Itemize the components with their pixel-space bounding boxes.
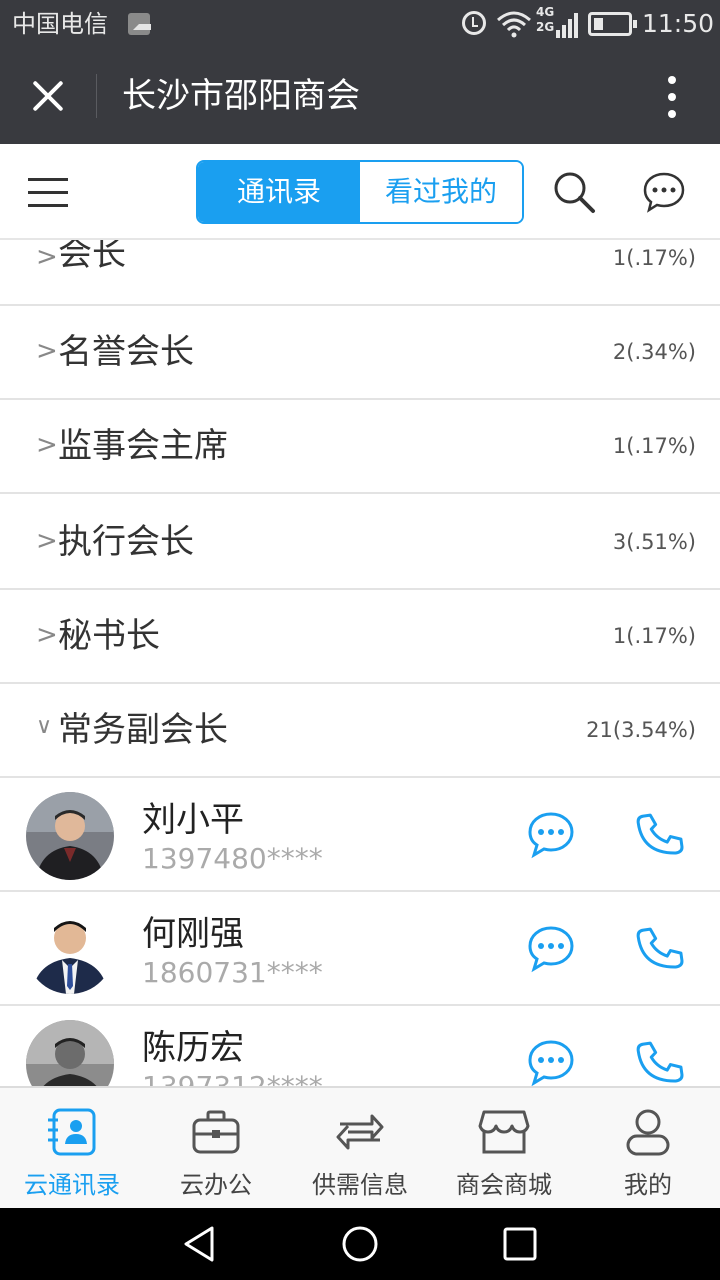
group-row[interactable]: > 监事会主席 1(.17%): [0, 400, 720, 494]
signal-strength-icon: [556, 13, 578, 38]
wifi-icon: [497, 11, 531, 38]
avatar: [26, 1020, 114, 1086]
page-title: 长沙市邵阳商会: [122, 76, 360, 116]
member-row[interactable]: 刘小平 1397480****: [0, 778, 720, 892]
group-count: 1(.17%): [612, 246, 696, 270]
tab-label: 供需信息: [312, 1171, 408, 1199]
close-icon[interactable]: [22, 70, 74, 122]
group-count: 3(.51%): [612, 530, 696, 554]
tab-label: 云通讯录: [24, 1171, 120, 1199]
member-phone: 1397312****: [142, 1068, 323, 1086]
chevron-right-icon: >: [36, 620, 58, 650]
network-type-label: 4G 2G: [536, 5, 555, 34]
exchange-arrows-icon: [336, 1114, 384, 1150]
battery-icon: [588, 12, 637, 36]
group-row[interactable]: > 秘书长 1(.17%): [0, 590, 720, 684]
contacts-card-icon: [48, 1108, 96, 1156]
group-name: 会长: [58, 240, 126, 274]
phone-icon[interactable]: [636, 924, 684, 972]
member-phone: 1860731****: [142, 956, 323, 989]
message-icon[interactable]: [526, 810, 576, 860]
phone-icon[interactable]: [636, 1038, 684, 1086]
user-icon: [626, 1109, 670, 1156]
store-icon: [478, 1110, 530, 1154]
tab-contacts[interactable]: 通讯录: [198, 162, 360, 222]
group-count: 21(3.54%): [586, 718, 696, 742]
chevron-right-icon: >: [36, 242, 58, 272]
group-name: 秘书长: [58, 616, 160, 656]
group-name: 常务副会长: [58, 710, 228, 750]
bottom-tab-bar: 云通讯录 云办公 供需信息 商会商城 我的: [0, 1086, 720, 1208]
system-navigation-bar: [0, 1208, 720, 1280]
member-name: 刘小平: [142, 800, 244, 840]
toolbar: 通讯录 看过我的: [0, 144, 720, 240]
home-icon[interactable]: [340, 1224, 380, 1264]
group-count: 1(.17%): [612, 624, 696, 648]
tab-label: 云办公: [180, 1171, 252, 1199]
image-notification-icon: [128, 13, 151, 35]
member-name: 何刚强: [142, 914, 244, 954]
more-options-icon[interactable]: [656, 72, 688, 122]
segmented-tabs: 通讯录 看过我的: [196, 160, 524, 224]
chevron-right-icon: >: [36, 526, 58, 556]
member-row[interactable]: 陈历宏 1397312****: [0, 1006, 720, 1086]
menu-icon[interactable]: [28, 174, 70, 210]
tab-viewed-me[interactable]: 看过我的: [360, 162, 522, 222]
member-phone: 1397480****: [142, 842, 323, 875]
message-icon[interactable]: [526, 924, 576, 974]
group-name: 监事会主席: [58, 426, 228, 466]
chevron-right-icon: >: [36, 430, 58, 460]
group-name: 名誉会长: [58, 332, 194, 372]
carrier-label: 中国电信: [12, 10, 108, 38]
divider: [96, 74, 97, 118]
status-bar: 中国电信 4G 2G 11:50: [0, 0, 720, 48]
tab-supply-demand[interactable]: 供需信息: [288, 1088, 432, 1208]
message-icon[interactable]: [526, 1038, 576, 1086]
tab-label: 我的: [624, 1171, 672, 1199]
group-count: 1(.17%): [612, 434, 696, 458]
group-name: 执行会长: [58, 522, 194, 562]
member-row[interactable]: 何刚强 1860731****: [0, 892, 720, 1006]
member-name: 陈历宏: [142, 1028, 244, 1068]
contact-list[interactable]: > 会长 1(.17%) > 名誉会长 2(.34%) > 监事会主席 1(.1…: [0, 240, 720, 1086]
tab-label: 商会商城: [456, 1171, 552, 1199]
chevron-down-icon: ∨: [36, 714, 53, 739]
tab-cloud-office[interactable]: 云办公: [144, 1088, 288, 1208]
avatar: [26, 906, 114, 994]
group-row[interactable]: ∨ 常务副会长 21(3.54%): [0, 684, 720, 778]
alarm-clock-icon: [462, 11, 486, 35]
group-row[interactable]: > 执行会长 3(.51%): [0, 496, 720, 590]
chat-bubble-icon[interactable]: [642, 170, 686, 214]
recent-apps-icon[interactable]: [500, 1224, 540, 1264]
briefcase-icon: [192, 1110, 240, 1154]
back-icon[interactable]: [180, 1224, 220, 1264]
title-bar: 长沙市邵阳商会: [0, 48, 720, 144]
clock-time: 11:50: [642, 9, 715, 38]
phone-icon[interactable]: [636, 810, 684, 858]
avatar: [26, 792, 114, 880]
search-icon[interactable]: [552, 170, 596, 214]
tab-chamber-mall[interactable]: 商会商城: [432, 1088, 576, 1208]
chevron-right-icon: >: [36, 336, 58, 366]
tab-cloud-contacts[interactable]: 云通讯录: [0, 1088, 144, 1208]
group-count: 2(.34%): [612, 340, 696, 364]
group-row[interactable]: > 名誉会长 2(.34%): [0, 306, 720, 400]
group-row[interactable]: > 会长 1(.17%): [0, 240, 720, 306]
tab-me[interactable]: 我的: [576, 1088, 720, 1208]
